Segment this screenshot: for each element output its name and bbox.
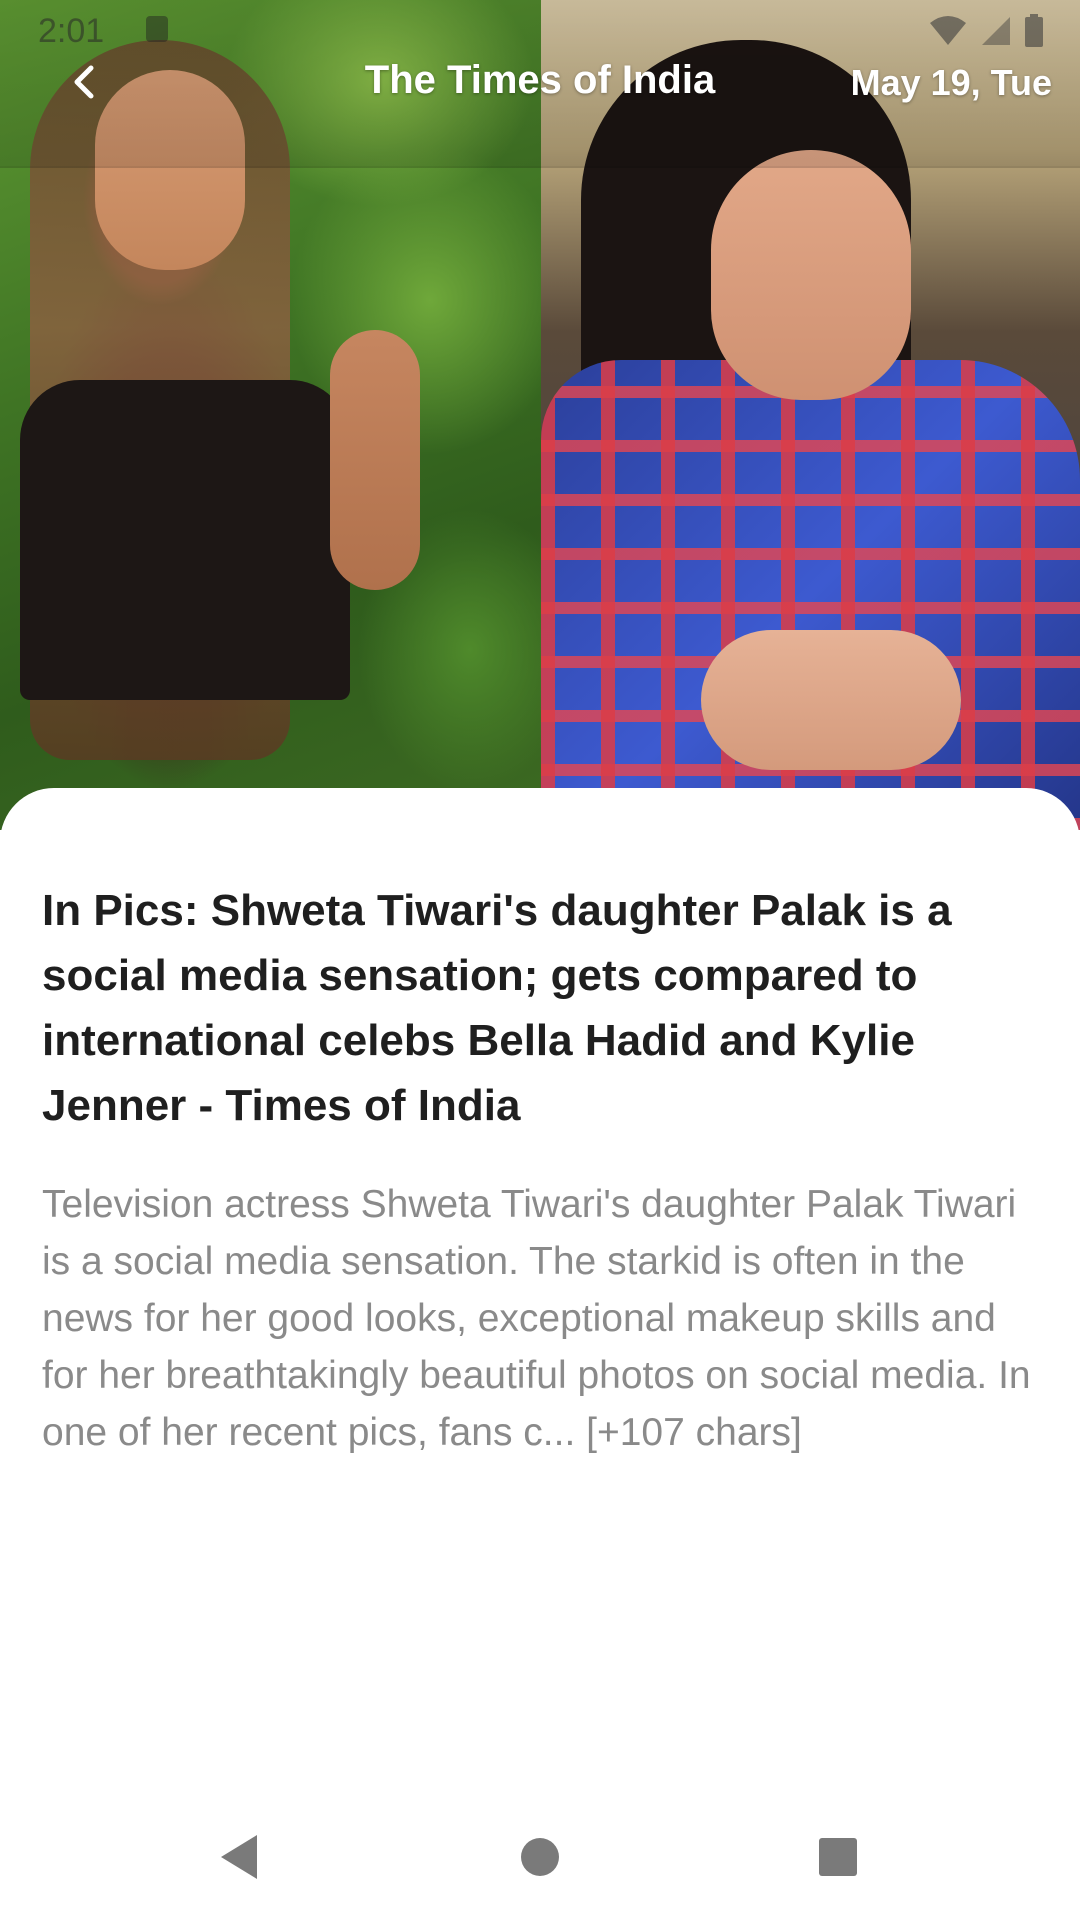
triangle-back-icon xyxy=(217,1833,261,1886)
article-description: Television actress Shweta Tiwari's daugh… xyxy=(42,1183,1031,1454)
system-navigation-bar xyxy=(0,1794,1080,1920)
back-button[interactable] xyxy=(56,56,112,112)
nav-recents-button[interactable] xyxy=(803,1824,873,1894)
article-card: In Pics: Shweta Tiwari's daughter Palak … xyxy=(0,788,1080,1920)
article-date: May 19, Tue xyxy=(850,62,1052,103)
chevron-left-icon xyxy=(69,62,99,107)
status-bar: 2:01 xyxy=(0,0,1080,60)
wifi-icon xyxy=(928,15,968,47)
nav-home-button[interactable] xyxy=(505,1824,575,1894)
screen: The Times of India May 19, Tue 2:01 In P… xyxy=(0,0,1080,1920)
signal-icon xyxy=(980,15,1012,47)
status-time: 2:01 xyxy=(38,12,105,50)
notification-icon xyxy=(146,16,168,42)
square-recents-icon xyxy=(818,1837,858,1882)
article-headline[interactable]: In Pics: Shweta Tiwari's daughter Palak … xyxy=(42,878,1042,1138)
circle-home-icon xyxy=(520,1837,560,1882)
battery-icon xyxy=(1024,14,1044,48)
nav-back-button[interactable] xyxy=(204,1824,274,1894)
app-title: The Times of India xyxy=(364,58,716,102)
